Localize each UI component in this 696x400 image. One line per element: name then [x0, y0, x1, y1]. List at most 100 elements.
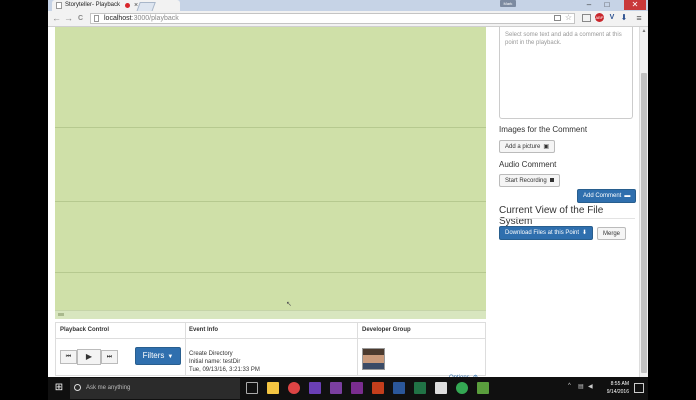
developer-avatar[interactable] — [362, 348, 385, 370]
file-explorer-icon[interactable] — [267, 382, 279, 394]
onenote-icon[interactable] — [351, 382, 363, 394]
comment-bubble-icon: ▬ — [624, 193, 631, 199]
step-back-button[interactable]: ⏮ — [60, 350, 77, 364]
tab-strip: Storyteller- Playback × Mark – □ ✕ — [48, 0, 648, 12]
add-comment-button[interactable]: Add Comment ▬ — [577, 189, 637, 203]
action-center-icon[interactable] — [634, 383, 644, 393]
clock-date: 9/14/2016 — [606, 389, 629, 395]
column-divider — [185, 323, 186, 375]
comment-sidebar: Select some text and add a comment at th… — [499, 27, 639, 377]
recording-indicator-icon — [125, 3, 130, 8]
filters-button[interactable]: Filters ▼ — [135, 347, 181, 365]
extension-v-icon[interactable]: V — [607, 13, 617, 23]
download-extension-icon[interactable]: ⬇ — [619, 13, 629, 23]
comment-textarea[interactable]: Select some text and add a comment at th… — [499, 27, 633, 119]
letterbox-left — [0, 0, 48, 400]
extension-mail-icon[interactable] — [582, 14, 591, 22]
page-favicon-icon — [56, 2, 62, 9]
code-editor[interactable]: ↖ — [55, 27, 486, 310]
snipping-tool-icon[interactable] — [435, 382, 447, 394]
window-close-button[interactable]: ✕ — [624, 0, 646, 10]
audio-heading: Audio Comment — [499, 160, 557, 169]
scroll-up-arrow-icon[interactable]: ▲ — [641, 28, 647, 34]
step-forward-button[interactable]: ⏭ — [101, 350, 118, 364]
editor-horizontal-scrollbar[interactable] — [55, 310, 486, 319]
start-recording-button[interactable]: Start Recording — [499, 174, 560, 187]
column-divider — [357, 323, 358, 375]
adblock-icon[interactable]: ABP — [595, 13, 604, 22]
cortana-icon — [74, 384, 81, 391]
add-picture-button[interactable]: Add a picture ▣ — [499, 140, 556, 153]
start-recording-label: Start Recording — [505, 178, 547, 184]
volume-icon[interactable]: ◀ — [588, 383, 593, 390]
excel-icon[interactable] — [414, 382, 426, 394]
event-detail: Initial name: testDir — [189, 359, 241, 365]
url-host: localhost — [104, 15, 132, 22]
minimize-button[interactable]: – — [582, 0, 596, 10]
system-tray-arrow-icon[interactable]: ^ — [568, 383, 571, 389]
address-bar[interactable]: localhost:3000/playback ☆ — [90, 13, 575, 24]
editor-divider — [55, 272, 486, 273]
network-icon[interactable]: ▤ — [578, 383, 584, 390]
page-vertical-scrollbar[interactable]: ▲ — [639, 27, 648, 377]
event-info-header: Event Info — [189, 327, 219, 333]
page-icon — [94, 15, 99, 22]
section-divider — [499, 218, 635, 219]
images-heading: Images for the Comment — [499, 125, 588, 134]
url-text: localhost:3000/playback — [104, 14, 179, 24]
merge-button[interactable]: Merge — [597, 227, 627, 240]
filter-funnel-icon: ▼ — [167, 354, 174, 360]
page: ↖ Select some text and add a comment at … — [48, 27, 648, 381]
add-picture-label: Add a picture — [505, 144, 541, 150]
back-button[interactable]: ← — [51, 13, 62, 24]
developer-group-header: Developer Group — [362, 327, 411, 333]
search-placeholder: Ask me anything — [86, 385, 131, 391]
chrome-icon[interactable] — [288, 382, 300, 394]
forward-button[interactable]: → — [63, 13, 74, 24]
cast-icon[interactable] — [554, 15, 561, 21]
event-timestamp: Tue, 09/13/16, 3:21:33 PM — [189, 367, 260, 373]
chrome-menu-icon[interactable]: ≡ — [634, 13, 644, 23]
screen: Storyteller- Playback × Mark – □ ✕ ← → C… — [48, 0, 648, 400]
playback-control-header: Playback Control — [60, 327, 110, 333]
add-comment-label: Add Comment — [583, 193, 622, 199]
windows-start-icon[interactable]: ⊞ — [53, 382, 65, 394]
play-button[interactable]: ▶ — [77, 349, 101, 365]
visual-studio-icon[interactable] — [309, 382, 321, 394]
cortana-search-box[interactable]: Ask me anything — [70, 378, 240, 399]
tab-title: Storyteller- Playback — [65, 2, 121, 8]
url-path: :3000/playback — [131, 15, 179, 22]
editor-divider — [55, 127, 486, 128]
letterbox-right — [648, 0, 696, 400]
filters-label: Filters — [142, 351, 165, 360]
mouse-cursor-icon: ↖ — [286, 301, 292, 308]
download-icon: ⬇ — [582, 230, 588, 236]
camtasia-icon[interactable] — [477, 382, 489, 394]
chrome-canary-icon[interactable] — [456, 382, 468, 394]
maximize-button[interactable]: □ — [600, 0, 614, 10]
clock-time: 8:55 AM — [610, 381, 629, 387]
reload-button[interactable]: C — [75, 13, 86, 24]
scrollbar-thumb[interactable] — [641, 73, 647, 373]
picture-icon: ▣ — [543, 144, 550, 150]
windows-taskbar: ⊞ Ask me anything ^ ▤ ◀ 8:55 AM 9/14/201… — [48, 377, 648, 400]
download-files-button[interactable]: Download Files at this Point ⬇ — [499, 226, 594, 240]
task-view-icon[interactable] — [246, 382, 258, 394]
visual-studio-alt-icon[interactable] — [330, 382, 342, 394]
event-type: Create Directory — [189, 351, 233, 357]
playback-panel: Playback Control Event Info Developer Gr… — [55, 322, 486, 376]
browser-toolbar: ← → C localhost:3000/playback ☆ ABP V ⬇ … — [48, 11, 648, 27]
stop-square-icon — [549, 178, 554, 182]
event-info: Create Directory Initial name: testDir T… — [189, 350, 260, 374]
powerpoint-icon[interactable] — [372, 382, 384, 394]
taskbar-clock[interactable]: 8:55 AM 9/14/2016 — [597, 380, 629, 396]
header-divider — [56, 338, 485, 339]
scroll-left-arrow-icon[interactable] — [58, 313, 64, 316]
browser-tab[interactable]: Storyteller- Playback × — [52, 0, 180, 11]
bookmark-star-icon[interactable]: ☆ — [565, 13, 572, 23]
profile-button[interactable]: Mark — [500, 0, 516, 7]
word-icon[interactable] — [393, 382, 405, 394]
download-files-label: Download Files at this Point — [505, 230, 580, 236]
editor-divider — [55, 201, 486, 202]
filesystem-heading: Current View of the File System — [499, 205, 604, 227]
